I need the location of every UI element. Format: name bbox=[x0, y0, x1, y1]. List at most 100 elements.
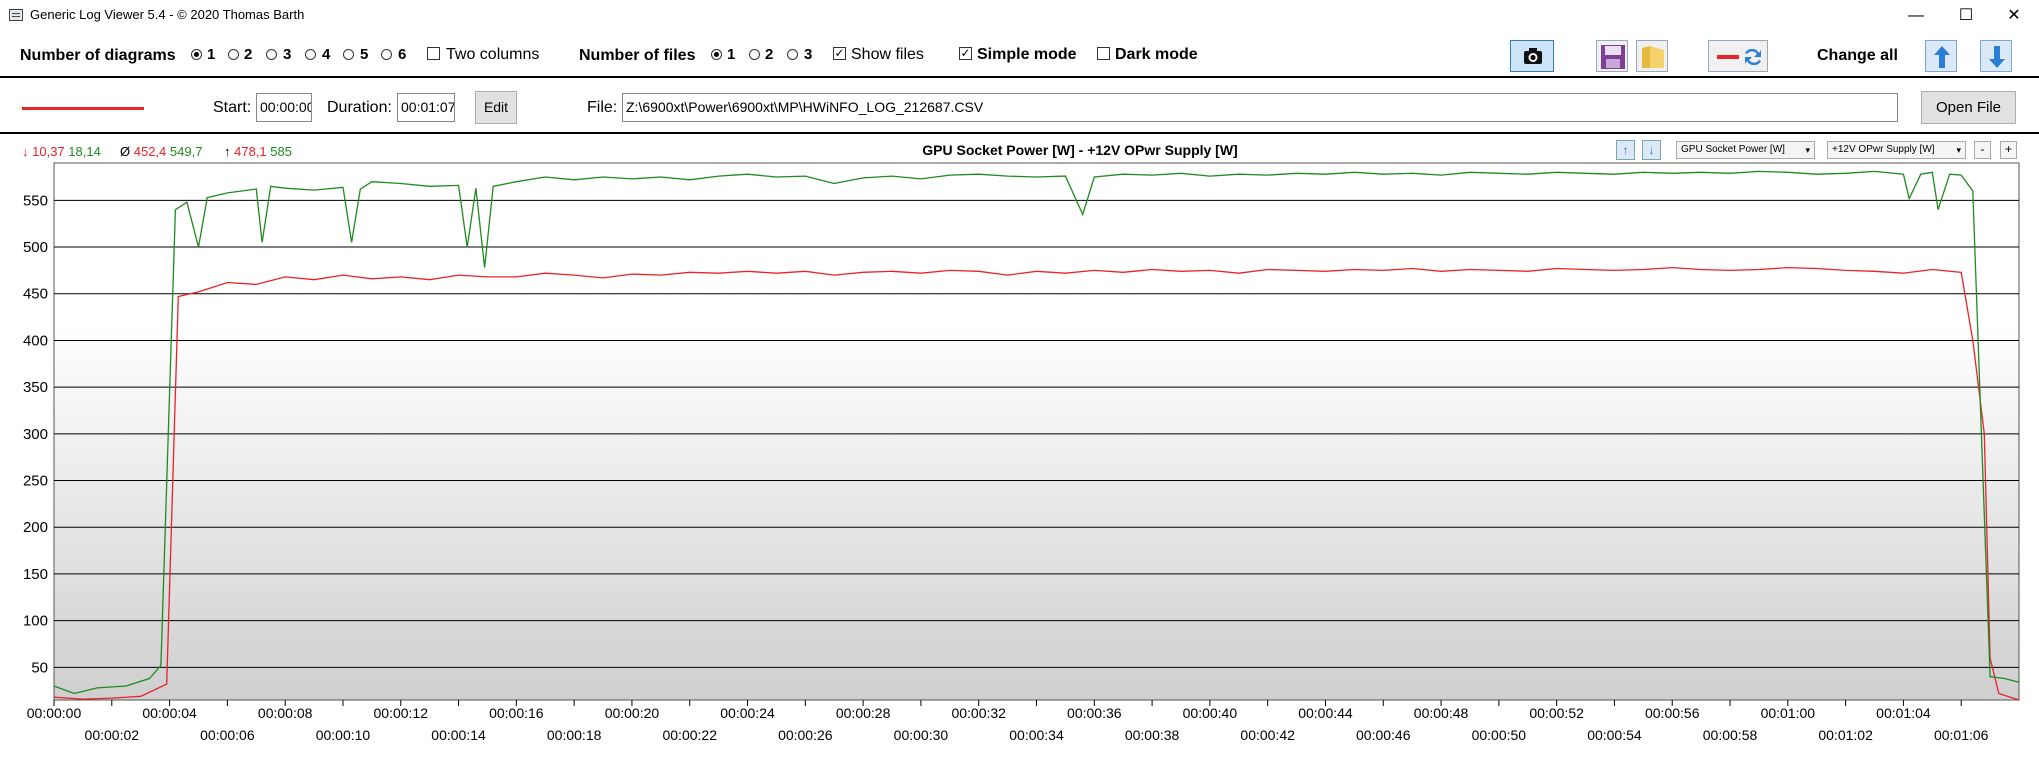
show-files-checkbox[interactable]: ✓ bbox=[833, 47, 846, 60]
x-tick-label: 00:00:16 bbox=[489, 705, 544, 721]
chart-title: GPU Socket Power [W] - +12V OPwr Supply … bbox=[922, 142, 1238, 158]
files-option-2: 2 bbox=[765, 46, 774, 63]
save-button[interactable] bbox=[1596, 40, 1628, 72]
x-tick-label: 00:00:42 bbox=[1240, 727, 1295, 743]
separator-bottom bbox=[0, 132, 2039, 134]
dark-mode-checkbox[interactable] bbox=[1097, 47, 1110, 60]
files-radio-3[interactable] bbox=[787, 49, 798, 60]
max-arrow: ↑ bbox=[224, 144, 231, 159]
files-radio-1[interactable] bbox=[711, 49, 722, 60]
y-tick-label: 500 bbox=[23, 239, 48, 256]
files-option-1: 1 bbox=[727, 46, 736, 63]
y-tick-label: 200 bbox=[23, 519, 48, 536]
x-tick-label: 00:00:38 bbox=[1125, 727, 1180, 743]
file-path-input[interactable]: Z:\6900xt\Power\6900xt\MP\HWiNFO_LOG_212… bbox=[622, 93, 1898, 122]
add-diagram-button[interactable]: + bbox=[2000, 141, 2017, 159]
x-tick-label: 00:00:40 bbox=[1183, 705, 1238, 721]
x-tick-label: 00:00:02 bbox=[85, 727, 140, 743]
series-line-swatch bbox=[22, 107, 144, 110]
arrow-down-icon bbox=[1989, 46, 2005, 68]
simple-mode-checkbox[interactable]: ✓ bbox=[959, 47, 972, 60]
diagrams-radio-6[interactable] bbox=[381, 49, 392, 60]
minimize-button[interactable]: — bbox=[1893, 0, 1939, 31]
stats-avg: Ø 452,4 549,7 bbox=[120, 144, 202, 159]
start-input[interactable]: 00:00:00 bbox=[256, 93, 312, 122]
x-tick-label: 00:01:04 bbox=[1876, 705, 1931, 721]
remove-diagram-button[interactable]: - bbox=[1974, 141, 1991, 159]
y-tick-label: 350 bbox=[23, 379, 48, 396]
save-icon bbox=[1601, 45, 1625, 69]
min-red-value: 10,37 bbox=[32, 144, 65, 159]
stats-min: ↓ 10,37 18,14 bbox=[22, 144, 101, 159]
x-tick-label: 00:00:10 bbox=[316, 727, 371, 743]
series1-dropdown[interactable]: GPU Socket Power [W] ▾ bbox=[1676, 141, 1815, 159]
y-tick-label: 400 bbox=[23, 332, 48, 349]
diagrams-radio-3[interactable] bbox=[266, 49, 277, 60]
app-icon bbox=[9, 9, 23, 21]
files-radio-2[interactable] bbox=[749, 49, 760, 60]
x-tick-label: 00:00:34 bbox=[1009, 727, 1064, 743]
close-button[interactable]: ✕ bbox=[1991, 0, 2037, 31]
diagrams-option-4: 4 bbox=[322, 46, 331, 63]
min-green-value: 18,14 bbox=[68, 144, 101, 159]
x-tick-label: 00:00:32 bbox=[951, 705, 1006, 721]
small-arrow-up-icon: ↑ bbox=[1622, 143, 1629, 157]
diagrams-radio-2[interactable] bbox=[228, 49, 239, 60]
x-tick-label: 00:00:04 bbox=[142, 705, 197, 721]
x-tick-label: 00:00:20 bbox=[605, 705, 660, 721]
diagrams-option-1: 1 bbox=[207, 46, 216, 63]
x-tick-label: 00:00:28 bbox=[836, 705, 891, 721]
x-tick-label: 00:00:14 bbox=[431, 727, 486, 743]
x-tick-label: 00:00:54 bbox=[1587, 727, 1642, 743]
move-up-button[interactable] bbox=[1925, 40, 1957, 72]
maximize-button[interactable]: ☐ bbox=[1943, 0, 1989, 31]
y-tick-label: 300 bbox=[23, 426, 48, 443]
stats-max: ↑ 478,1 585 bbox=[224, 144, 292, 159]
min-arrow: ↓ bbox=[22, 144, 29, 159]
max-green-value: 585 bbox=[270, 144, 292, 159]
x-tick-label: 00:01:00 bbox=[1761, 705, 1816, 721]
two-columns-checkbox[interactable] bbox=[427, 47, 440, 60]
y-tick-label: 50 bbox=[31, 659, 48, 676]
simple-mode-label: Simple mode bbox=[977, 46, 1077, 63]
x-tick-label: 00:01:06 bbox=[1934, 727, 1989, 743]
chart-down-button[interactable]: ↓ bbox=[1642, 140, 1661, 160]
dark-mode-label: Dark mode bbox=[1115, 46, 1198, 63]
small-arrow-down-icon: ↓ bbox=[1648, 143, 1655, 157]
chart-up-button[interactable]: ↑ bbox=[1616, 140, 1635, 160]
x-tick-label: 00:00:00 bbox=[27, 705, 82, 721]
screenshot-button[interactable] bbox=[1510, 40, 1554, 72]
x-tick-label: 00:00:46 bbox=[1356, 727, 1411, 743]
separator-top bbox=[0, 76, 2039, 78]
line-swap-button[interactable] bbox=[1708, 40, 1768, 72]
move-down-button[interactable] bbox=[1980, 40, 2012, 72]
x-tick-label: 00:00:12 bbox=[374, 705, 429, 721]
diagrams-radio-4[interactable] bbox=[305, 49, 316, 60]
open-file-button[interactable]: Open File bbox=[1921, 91, 2016, 124]
camera-icon bbox=[1524, 48, 1542, 64]
series2-dropdown[interactable]: +12V OPwr Supply [W] ▾ bbox=[1827, 141, 1966, 159]
two-columns-label: Two columns bbox=[446, 46, 540, 63]
folder-icon bbox=[1642, 46, 1664, 68]
duration-input[interactable]: 00:01:07 bbox=[397, 93, 455, 122]
x-tick-label: 00:00:22 bbox=[662, 727, 717, 743]
avg-symbol: Ø bbox=[120, 144, 131, 159]
x-tick-label: 00:00:48 bbox=[1414, 705, 1469, 721]
diagrams-radio-5[interactable] bbox=[343, 49, 354, 60]
x-tick-label: 00:00:06 bbox=[200, 727, 255, 743]
window-title: Generic Log Viewer 5.4 - © 2020 Thomas B… bbox=[30, 7, 305, 22]
x-tick-label: 00:00:30 bbox=[894, 727, 949, 743]
x-tick-label: 00:00:58 bbox=[1703, 727, 1758, 743]
chevron-down-icon: ▾ bbox=[1805, 145, 1810, 155]
max-red-value: 478,1 bbox=[234, 144, 267, 159]
start-label: Start: bbox=[213, 99, 252, 116]
edit-button[interactable]: Edit bbox=[475, 91, 517, 124]
x-tick-label: 00:00:08 bbox=[258, 705, 313, 721]
y-tick-label: 150 bbox=[23, 566, 48, 583]
open-folder-button[interactable] bbox=[1636, 40, 1668, 72]
y-tick-label: 250 bbox=[23, 473, 48, 490]
diagrams-option-5: 5 bbox=[360, 46, 369, 63]
duration-label: Duration: bbox=[327, 99, 392, 116]
diagrams-radio-1[interactable] bbox=[191, 49, 202, 60]
line-swap-icon bbox=[1717, 48, 1761, 66]
